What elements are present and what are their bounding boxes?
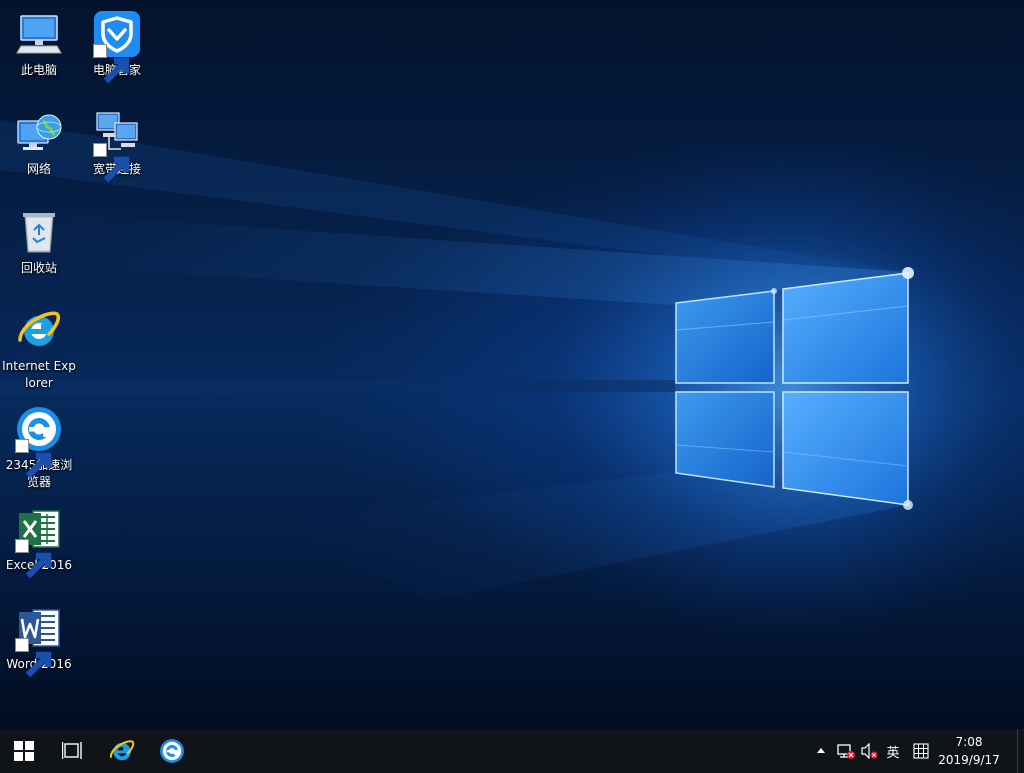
ime-language-button[interactable]: 英 [882, 729, 904, 773]
taskbar: 英 7:08 2019/9/17 [0, 729, 1024, 773]
taskbar-clock[interactable]: 7:08 2019/9/17 [934, 733, 1004, 769]
windows-start-icon [14, 741, 34, 761]
desktop-icon-label: Internet Explorer [2, 359, 76, 390]
show-hidden-icons-button[interactable] [812, 729, 830, 773]
network-globe-icon [15, 109, 63, 157]
ime-language-label: 英 [886, 745, 900, 761]
volume-button[interactable] [858, 729, 880, 773]
taskbar-pinned-2345-browser[interactable] [148, 729, 196, 773]
shortcut-arrow-icon [93, 143, 130, 183]
2345-browser-icon [15, 405, 63, 479]
desktop-icon-label: 网络 [26, 162, 51, 176]
task-view-icon [62, 742, 82, 759]
desktop-icon-label: 此电脑 [20, 63, 57, 77]
shortcut-arrow-icon [93, 44, 130, 84]
show-desktop-button[interactable] [1017, 729, 1024, 773]
shortcut-arrow-icon [15, 638, 52, 678]
network-status-icon [837, 744, 855, 759]
task-view-button[interactable] [48, 729, 96, 773]
internet-explorer-icon [15, 306, 63, 354]
word-icon [15, 604, 63, 678]
start-button[interactable] [0, 729, 48, 773]
desktop-icon-word-2016[interactable]: Word 2016 [1, 604, 77, 678]
desktop-icon-recycle-bin[interactable]: 回收站 [1, 208, 77, 277]
desktop-icon-broadband[interactable]: 宽带连接 [79, 109, 155, 183]
desktop-icon-this-pc[interactable]: 此电脑 [1, 10, 77, 79]
desktop-icon-pc-manager[interactable]: 电脑管家 [79, 10, 155, 84]
2345-browser-icon [160, 739, 184, 763]
ime-mode-icon [913, 743, 929, 759]
desktop-icon-network[interactable]: 网络 [1, 109, 77, 178]
desktop-icon-internet-explorer[interactable]: Internet Explorer [1, 306, 77, 392]
pc-manager-shield-icon [93, 10, 141, 84]
desktop-icon-excel-2016[interactable]: Excel 2016 [1, 505, 77, 579]
clock-date: 2019/9/17 [938, 753, 1000, 767]
taskbar-pinned-internet-explorer[interactable] [98, 729, 146, 773]
computer-icon [15, 10, 63, 58]
shortcut-arrow-icon [15, 439, 52, 479]
ime-mode-button[interactable] [908, 729, 934, 773]
desktop-icon-label: 回收站 [20, 261, 57, 275]
show-hidden-icons-chevron [817, 748, 825, 753]
recycle-bin-icon [15, 208, 63, 256]
desktop[interactable]: 此电脑 电脑管家 网络 宽带连接 回收站 Internet Explorer 2… [0, 0, 1024, 773]
internet-explorer-icon [109, 740, 135, 761]
excel-icon [15, 505, 63, 579]
network-status-button[interactable] [834, 729, 858, 773]
desktop-icon-2345-browser[interactable]: 2345加速浏览器 [1, 405, 77, 491]
volume-muted-icon [861, 743, 878, 759]
broadband-connection-icon [93, 109, 141, 183]
shortcut-arrow-icon [15, 539, 52, 579]
clock-time: 7:08 [955, 735, 983, 749]
